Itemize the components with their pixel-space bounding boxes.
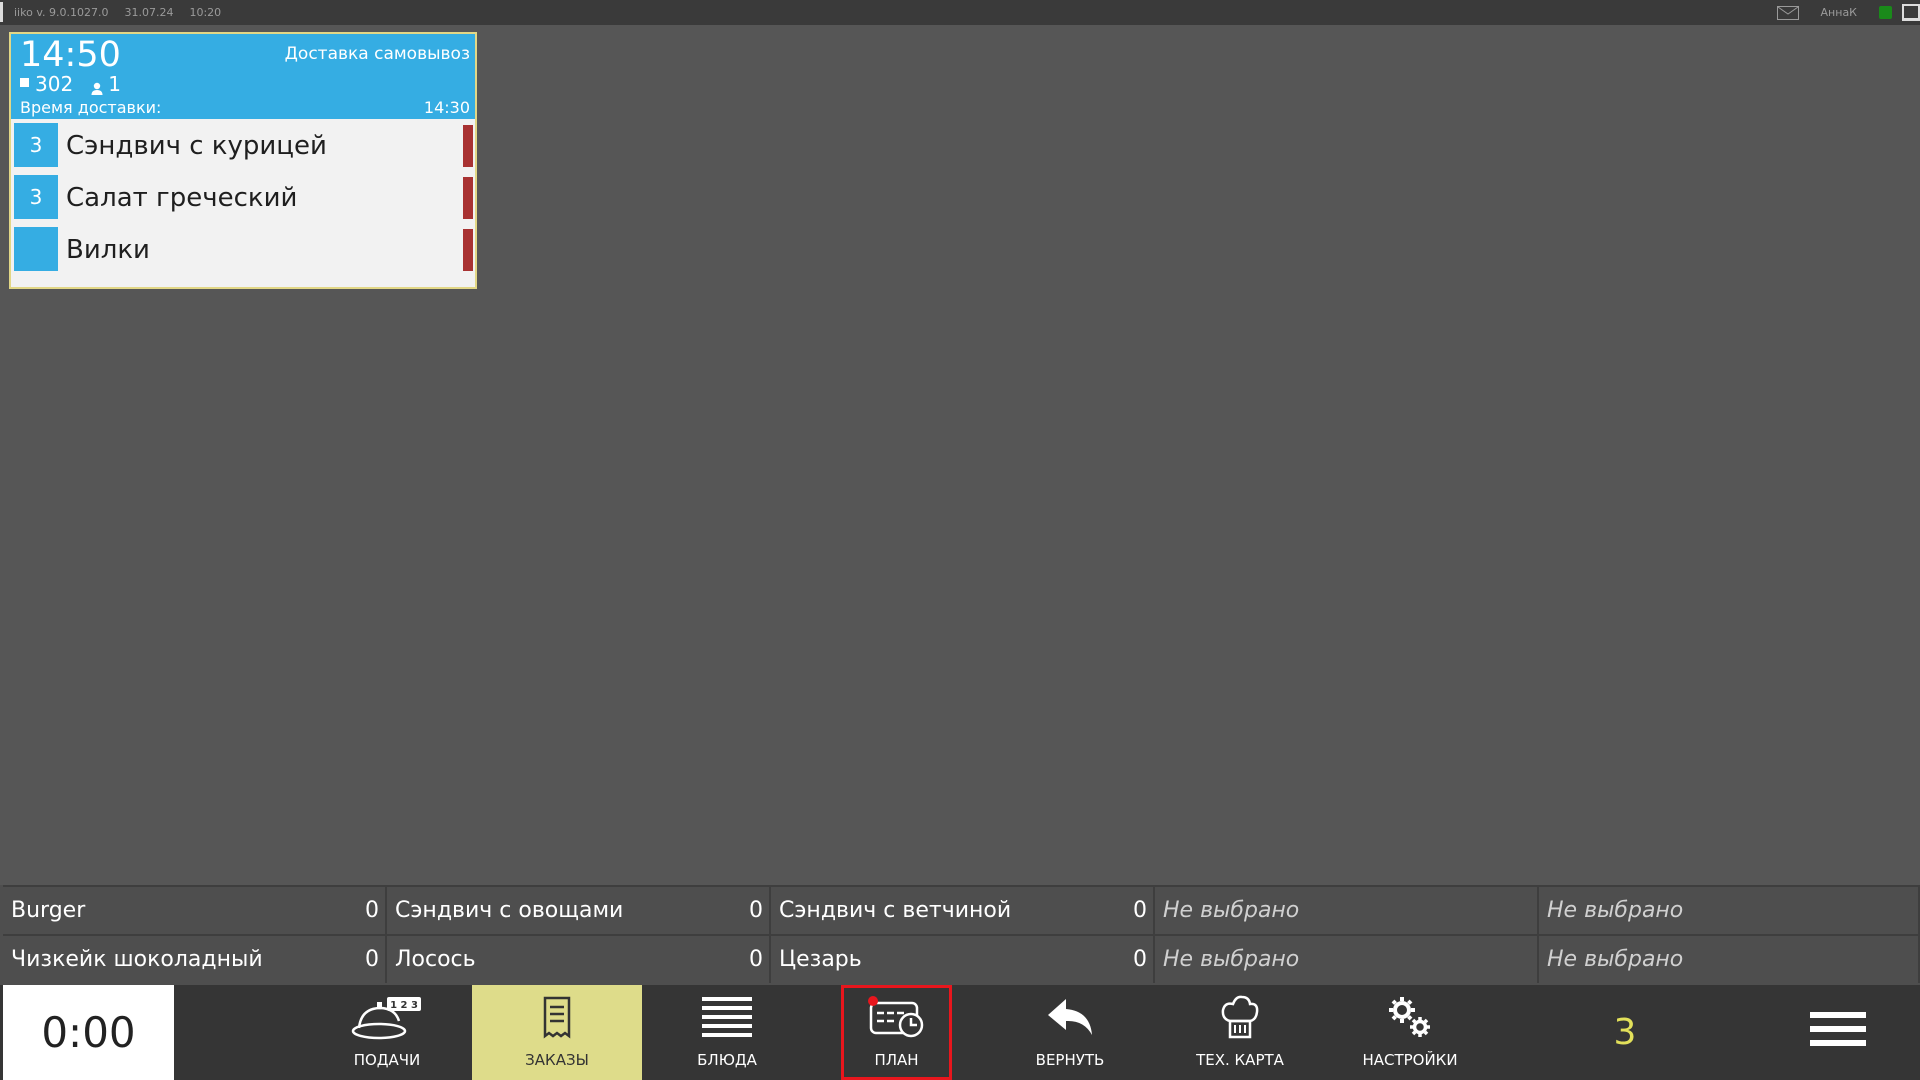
- stoplist-cell[interactable]: Burger 0: [3, 885, 387, 934]
- table-icon: [20, 77, 29, 87]
- menu-line: [1810, 1026, 1866, 1032]
- stoplist-item-name: Сэндвич с ветчиной: [779, 898, 1012, 923]
- guest-count: 1: [108, 72, 121, 96]
- item-name: Салат греческий: [66, 183, 298, 213]
- stoplist-item-name: Не выбрано: [1547, 947, 1684, 972]
- app-version: v. 9.0.1027.0: [36, 6, 109, 19]
- stoplist-item-name: Burger: [11, 898, 86, 923]
- app-name: iiko: [14, 6, 33, 19]
- stoplist-item-name: Цезарь: [779, 947, 862, 972]
- item-name: Вилки: [66, 235, 150, 265]
- order-time: 14:50: [20, 35, 121, 75]
- stoplist-item-count: 0: [365, 947, 379, 972]
- orders-button[interactable]: ЗАКАЗЫ: [472, 985, 642, 1080]
- item-quantity: 3: [14, 175, 58, 219]
- version-label: iiko v. 9.0.1027.0: [14, 6, 108, 19]
- settings-button-label: НАСТРОЙКИ: [1362, 1051, 1458, 1069]
- order-item[interactable]: Вилки: [11, 223, 475, 275]
- chef-hat-icon: [1221, 995, 1259, 1039]
- plan-button-label: ПЛАН: [874, 1051, 919, 1069]
- item-status-flag: [463, 125, 473, 167]
- list-lines-icon: [702, 997, 752, 1037]
- menu-line: [1810, 1012, 1866, 1018]
- orders-button-label: ЗАКАЗЫ: [525, 1051, 589, 1069]
- item-quantity: [14, 227, 58, 271]
- stoplist-cell[interactable]: Цезарь 0: [771, 934, 1155, 983]
- stoplist-item-count: 0: [1133, 947, 1147, 972]
- gears-icon: [1389, 997, 1430, 1037]
- version-info: iiko v. 9.0.1027.0 31.07.24 10:20: [14, 6, 221, 19]
- stoplist-item-name: Чизкейк шоколадный: [11, 947, 263, 972]
- order-items: 3 Сэндвич с курицей 3 Салат греческий Ви…: [11, 119, 475, 275]
- order-count: 3: [1613, 1012, 1637, 1053]
- dishes-button-label: БЛЮДА: [697, 1051, 757, 1069]
- date-label: 31.07.24: [124, 6, 174, 19]
- clock-label: 10:20: [189, 6, 222, 19]
- stoplist-cell[interactable]: Сэндвич с овощами 0: [387, 885, 771, 934]
- bottom-toolbar: 0:00 1 2 3 ПОДАЧИ ЗАКАЗЫ БЛЮДА ПЛАН ВЕРН…: [0, 985, 1920, 1080]
- stoplist-grid: Burger 0 Сэндвич с овощами 0 Сэндвич с вет…: [0, 885, 1920, 985]
- menu-line: [1810, 1040, 1866, 1046]
- tech-card-button-label: ТЕХ. КАРТА: [1196, 1051, 1284, 1069]
- stoplist-item-name: Не выбрано: [1163, 947, 1300, 972]
- stoplist-cell[interactable]: Не выбрано: [1155, 934, 1539, 983]
- hamburger-menu-icon[interactable]: [1810, 1012, 1866, 1054]
- return-button-label: ВЕРНУТЬ: [1035, 1051, 1105, 1069]
- guest-icon: [91, 77, 103, 95]
- order-item[interactable]: 3 Сэндвич с курицей: [11, 119, 475, 171]
- stoplist-item-name: Сэндвич с овощами: [395, 898, 624, 923]
- stoplist-item-count: 0: [365, 898, 379, 923]
- stoplist-cell[interactable]: Лосось 0: [387, 934, 771, 983]
- topbar-right: АннаК: [1776, 0, 1920, 25]
- stoplist-cell[interactable]: Чизкейк шоколадный 0: [3, 934, 387, 983]
- delivery-time-value: 14:30: [423, 98, 470, 117]
- servings-button[interactable]: 1 2 3 ПОДАЧИ: [302, 985, 472, 1080]
- stoplist-cell[interactable]: Сэндвич с ветчиной 0: [771, 885, 1155, 934]
- item-quantity: 3: [14, 123, 58, 167]
- mail-icon[interactable]: [1776, 5, 1799, 20]
- user-name: АннаК: [1820, 6, 1857, 19]
- item-status-flag: [463, 177, 473, 219]
- order-meta: 302 1: [20, 72, 121, 96]
- plan-schedule-icon: [867, 996, 923, 1038]
- stoplist-item-name: Не выбрано: [1163, 898, 1300, 923]
- serving-dish-icon: 1 2 3: [351, 997, 421, 1040]
- title-bar: iiko v. 9.0.1027.0 31.07.24 10:20 АннаК: [0, 0, 1920, 25]
- item-status-flag: [463, 229, 473, 271]
- undo-arrow-icon: [1048, 999, 1092, 1035]
- order-type: Доставка самовывоз: [284, 44, 470, 64]
- order-card-header: 14:50 Доставка самовывоз 302 1 Время дос…: [11, 34, 475, 119]
- stoplist-item-count: 0: [749, 947, 763, 972]
- plan-button[interactable]: ПЛАН: [841, 985, 952, 1080]
- stoplist-item-count: 0: [1133, 898, 1147, 923]
- stoplist-cell[interactable]: Не выбрано: [1539, 885, 1920, 934]
- stoplist-item-count: 0: [749, 898, 763, 923]
- window-edge: [0, 2, 3, 22]
- item-name: Сэндвич с курицей: [66, 131, 327, 161]
- timer-display: 0:00: [3, 985, 174, 1080]
- delivery-time-label: Время доставки:: [20, 98, 162, 117]
- svg-text:1 2 3: 1 2 3: [390, 1000, 418, 1011]
- table-number: 302: [35, 72, 74, 96]
- dishes-button[interactable]: БЛЮДА: [642, 985, 812, 1080]
- stoplist-item-name: Не выбрано: [1547, 898, 1684, 923]
- stoplist-cell[interactable]: Не выбрано: [1539, 934, 1920, 983]
- order-item[interactable]: 3 Салат греческий: [11, 171, 475, 223]
- order-card[interactable]: 14:50 Доставка самовывоз 302 1 Время дос…: [9, 32, 477, 289]
- tech-card-button[interactable]: ТЕХ. КАРТА: [1155, 985, 1325, 1080]
- screen-icon[interactable]: [1902, 4, 1920, 21]
- servings-button-label: ПОДАЧИ: [353, 1051, 421, 1069]
- stoplist-cell[interactable]: Не выбрано: [1155, 885, 1539, 934]
- return-button[interactable]: ВЕРНУТЬ: [985, 985, 1155, 1080]
- connection-status-icon: [1879, 6, 1892, 19]
- stoplist-item-name: Лосось: [395, 947, 476, 972]
- settings-button[interactable]: НАСТРОЙКИ: [1325, 985, 1495, 1080]
- receipt-icon: [543, 996, 571, 1039]
